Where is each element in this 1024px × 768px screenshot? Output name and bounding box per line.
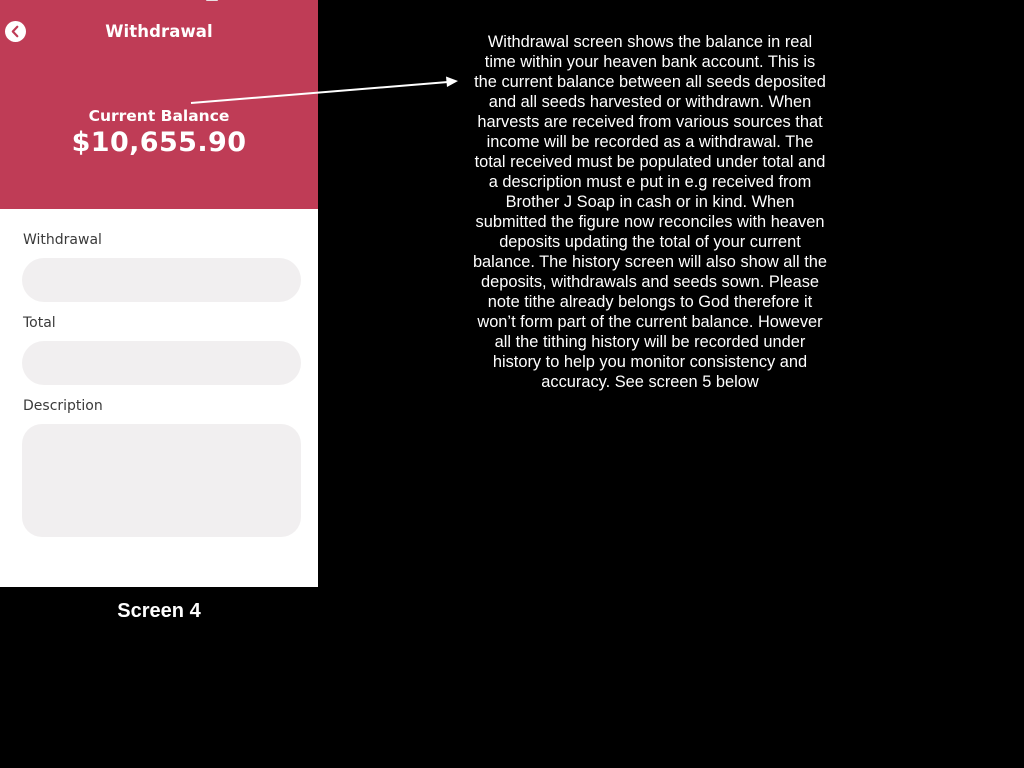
total-label: Total [23,315,56,331]
current-balance-amount: $10,655.90 [71,127,247,158]
current-balance-label: Current Balance [88,107,230,125]
app-header: Withdrawal Current Balance $10,655.90 [0,0,318,209]
withdrawal-label: Withdrawal [23,232,102,248]
annotation-text: Withdrawal screen shows the balance in r… [472,33,828,391]
withdrawal-input[interactable] [22,258,301,302]
page-title: Withdrawal [105,22,213,41]
status-notch [206,0,218,1]
screen-caption: Screen 4 [117,600,201,622]
total-input[interactable] [22,341,301,385]
phone-screen: Withdrawal Current Balance $10,655.90 Wi… [0,0,318,587]
description-label: Description [23,398,103,414]
description-textarea[interactable] [22,424,301,537]
